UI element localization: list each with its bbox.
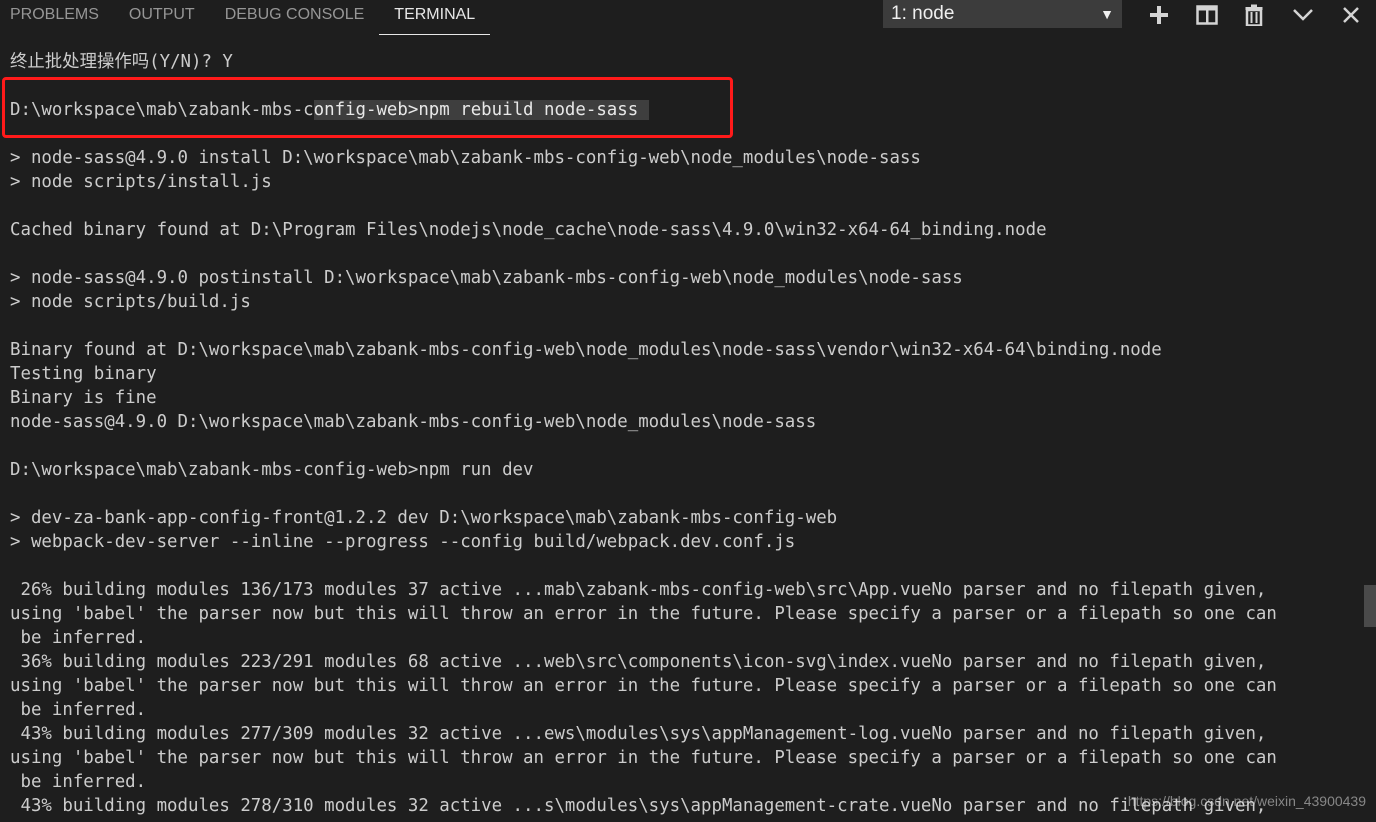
terminal-line: > node scripts/install.js (10, 172, 272, 192)
trash-icon[interactable] (1239, 1, 1269, 29)
watermark: https://blog.csdn.net/weixin_43900439 (1127, 793, 1366, 809)
terminal-line: > node-sass@4.9.0 install D:\workspace\m… (10, 148, 921, 168)
terminal-select-value: 1: node (891, 3, 955, 24)
terminal-line: > node scripts/build.js (10, 292, 251, 312)
command-prefix: D:\workspace\mab\zabank-mbs-c (10, 100, 314, 120)
terminal-output[interactable]: 终止批处理操作吗(Y/N)? Y D:\workspace\mab\zabank… (0, 46, 1360, 822)
highlighted-command-line: D:\workspace\mab\zabank-mbs-config-web>n… (10, 98, 649, 122)
terminal-select[interactable]: 1: node ▼ (883, 0, 1122, 28)
tab-problems[interactable]: PROBLEMS (0, 0, 114, 35)
terminal-line: > node-sass@4.9.0 postinstall D:\workspa… (10, 268, 963, 288)
terminal-line: be inferred. (10, 772, 147, 792)
terminal-line: Testing binary (10, 364, 157, 384)
selected-text: onfig-web>npm rebuild node-sass (313, 100, 649, 120)
terminal-line: > dev-za-bank-app-config-front@1.2.2 dev… (10, 508, 838, 528)
terminal-line: Binary found at D:\workspace\mab\zabank-… (10, 340, 1162, 360)
terminal-line: using 'babel' the parser now but this wi… (10, 748, 1277, 768)
split-terminal-icon[interactable] (1192, 1, 1222, 29)
terminal-line: 43% building modules 277/309 modules 32 … (10, 724, 1267, 744)
terminal-line: using 'babel' the parser now but this wi… (10, 676, 1277, 696)
terminal-line: using 'babel' the parser now but this wi… (10, 604, 1277, 624)
terminal-line: D:\workspace\mab\zabank-mbs-config-web>n… (10, 460, 534, 480)
terminal-line: > webpack-dev-server --inline --progress… (10, 532, 796, 552)
terminal-line: Binary is fine (10, 388, 157, 408)
terminal-line: node-sass@4.9.0 D:\workspace\mab\zabank-… (10, 412, 817, 432)
terminal-line: be inferred. (10, 628, 147, 648)
panel-tabs: PROBLEMS OUTPUT DEBUG CONSOLE TERMINAL (0, 0, 491, 35)
panel-header: PROBLEMS OUTPUT DEBUG CONSOLE TERMINAL 1… (0, 0, 1376, 35)
close-icon[interactable] (1336, 1, 1366, 29)
terminal-line: 43% building modules 278/310 modules 32 … (10, 796, 1267, 816)
terminal-line: 终止批处理操作吗(Y/N)? Y (10, 52, 233, 72)
tab-output[interactable]: OUTPUT (114, 0, 210, 35)
terminal-line: 36% building modules 223/291 modules 68 … (10, 652, 1267, 672)
terminal-line: 26% building modules 136/173 modules 37 … (10, 580, 1267, 600)
plus-icon[interactable] (1144, 1, 1174, 29)
terminal-scrollbar-thumb[interactable] (1364, 585, 1376, 627)
chevron-down-icon[interactable] (1288, 1, 1318, 29)
terminal-line: be inferred. (10, 700, 147, 720)
tab-debug-console[interactable]: DEBUG CONSOLE (210, 0, 380, 35)
terminal-line: Cached binary found at D:\Program Files\… (10, 220, 1047, 240)
tab-terminal[interactable]: TERMINAL (379, 0, 491, 35)
select-caret-icon: ▼ (1100, 6, 1114, 22)
